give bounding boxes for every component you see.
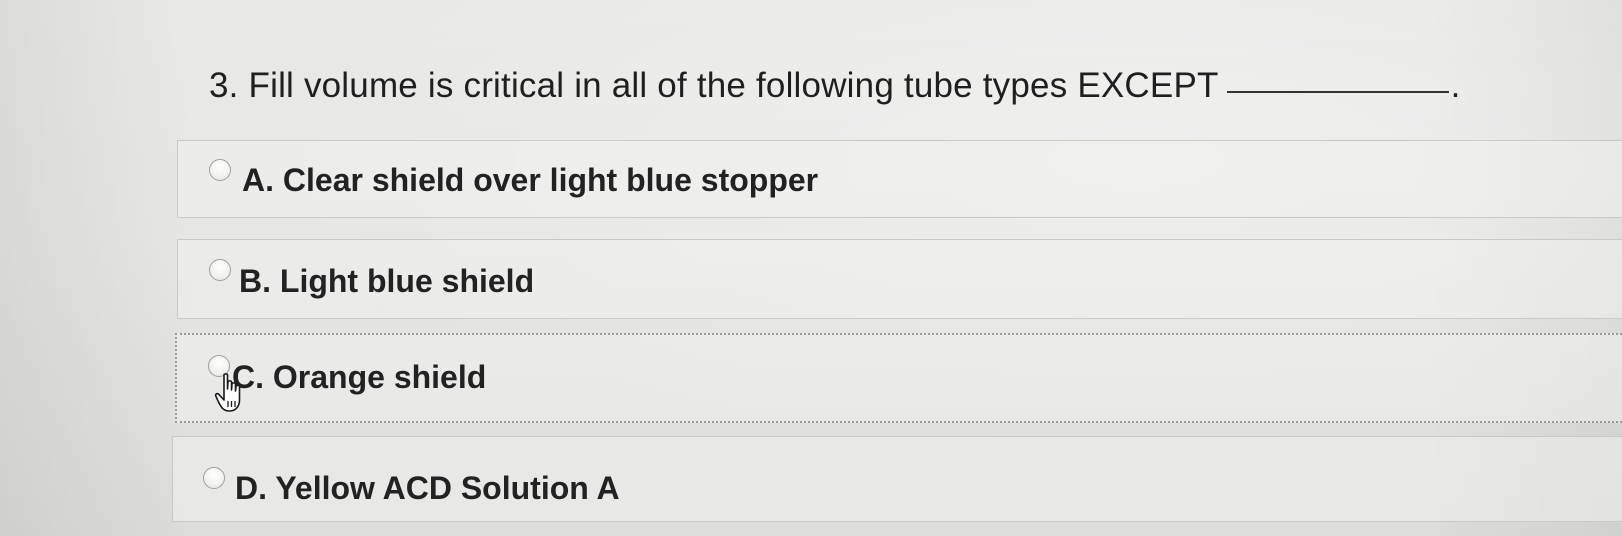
question-text: 3. Fill volume is critical in all of the… xyxy=(209,66,1219,105)
radio-button-d[interactable] xyxy=(203,467,225,489)
answer-blank xyxy=(1226,91,1449,93)
answer-option-c[interactable]: C. Orange shield xyxy=(175,333,1622,423)
answer-option-a-label[interactable]: A. Clear shield over light blue stopper xyxy=(242,162,818,199)
radio-button-a[interactable] xyxy=(209,159,231,181)
radio-button-b[interactable] xyxy=(209,259,231,281)
answer-option-d[interactable]: D. Yellow ACD Solution A xyxy=(172,436,1622,522)
question-period: . xyxy=(1450,66,1461,105)
answer-option-c-label[interactable]: C. Orange shield xyxy=(232,359,486,396)
hand-pointer-icon xyxy=(214,373,241,412)
answer-option-b-label[interactable]: B. Light blue shield xyxy=(239,263,534,300)
quiz-page: 3. Fill volume is critical in all of the… xyxy=(0,0,1622,536)
answer-option-a[interactable]: A. Clear shield over light blue stopper xyxy=(177,140,1622,218)
answer-option-d-label[interactable]: D. Yellow ACD Solution A xyxy=(235,470,620,507)
answer-option-b[interactable]: B. Light blue shield xyxy=(177,239,1622,319)
question-prompt: 3. Fill volume is critical in all of the… xyxy=(209,66,1461,106)
